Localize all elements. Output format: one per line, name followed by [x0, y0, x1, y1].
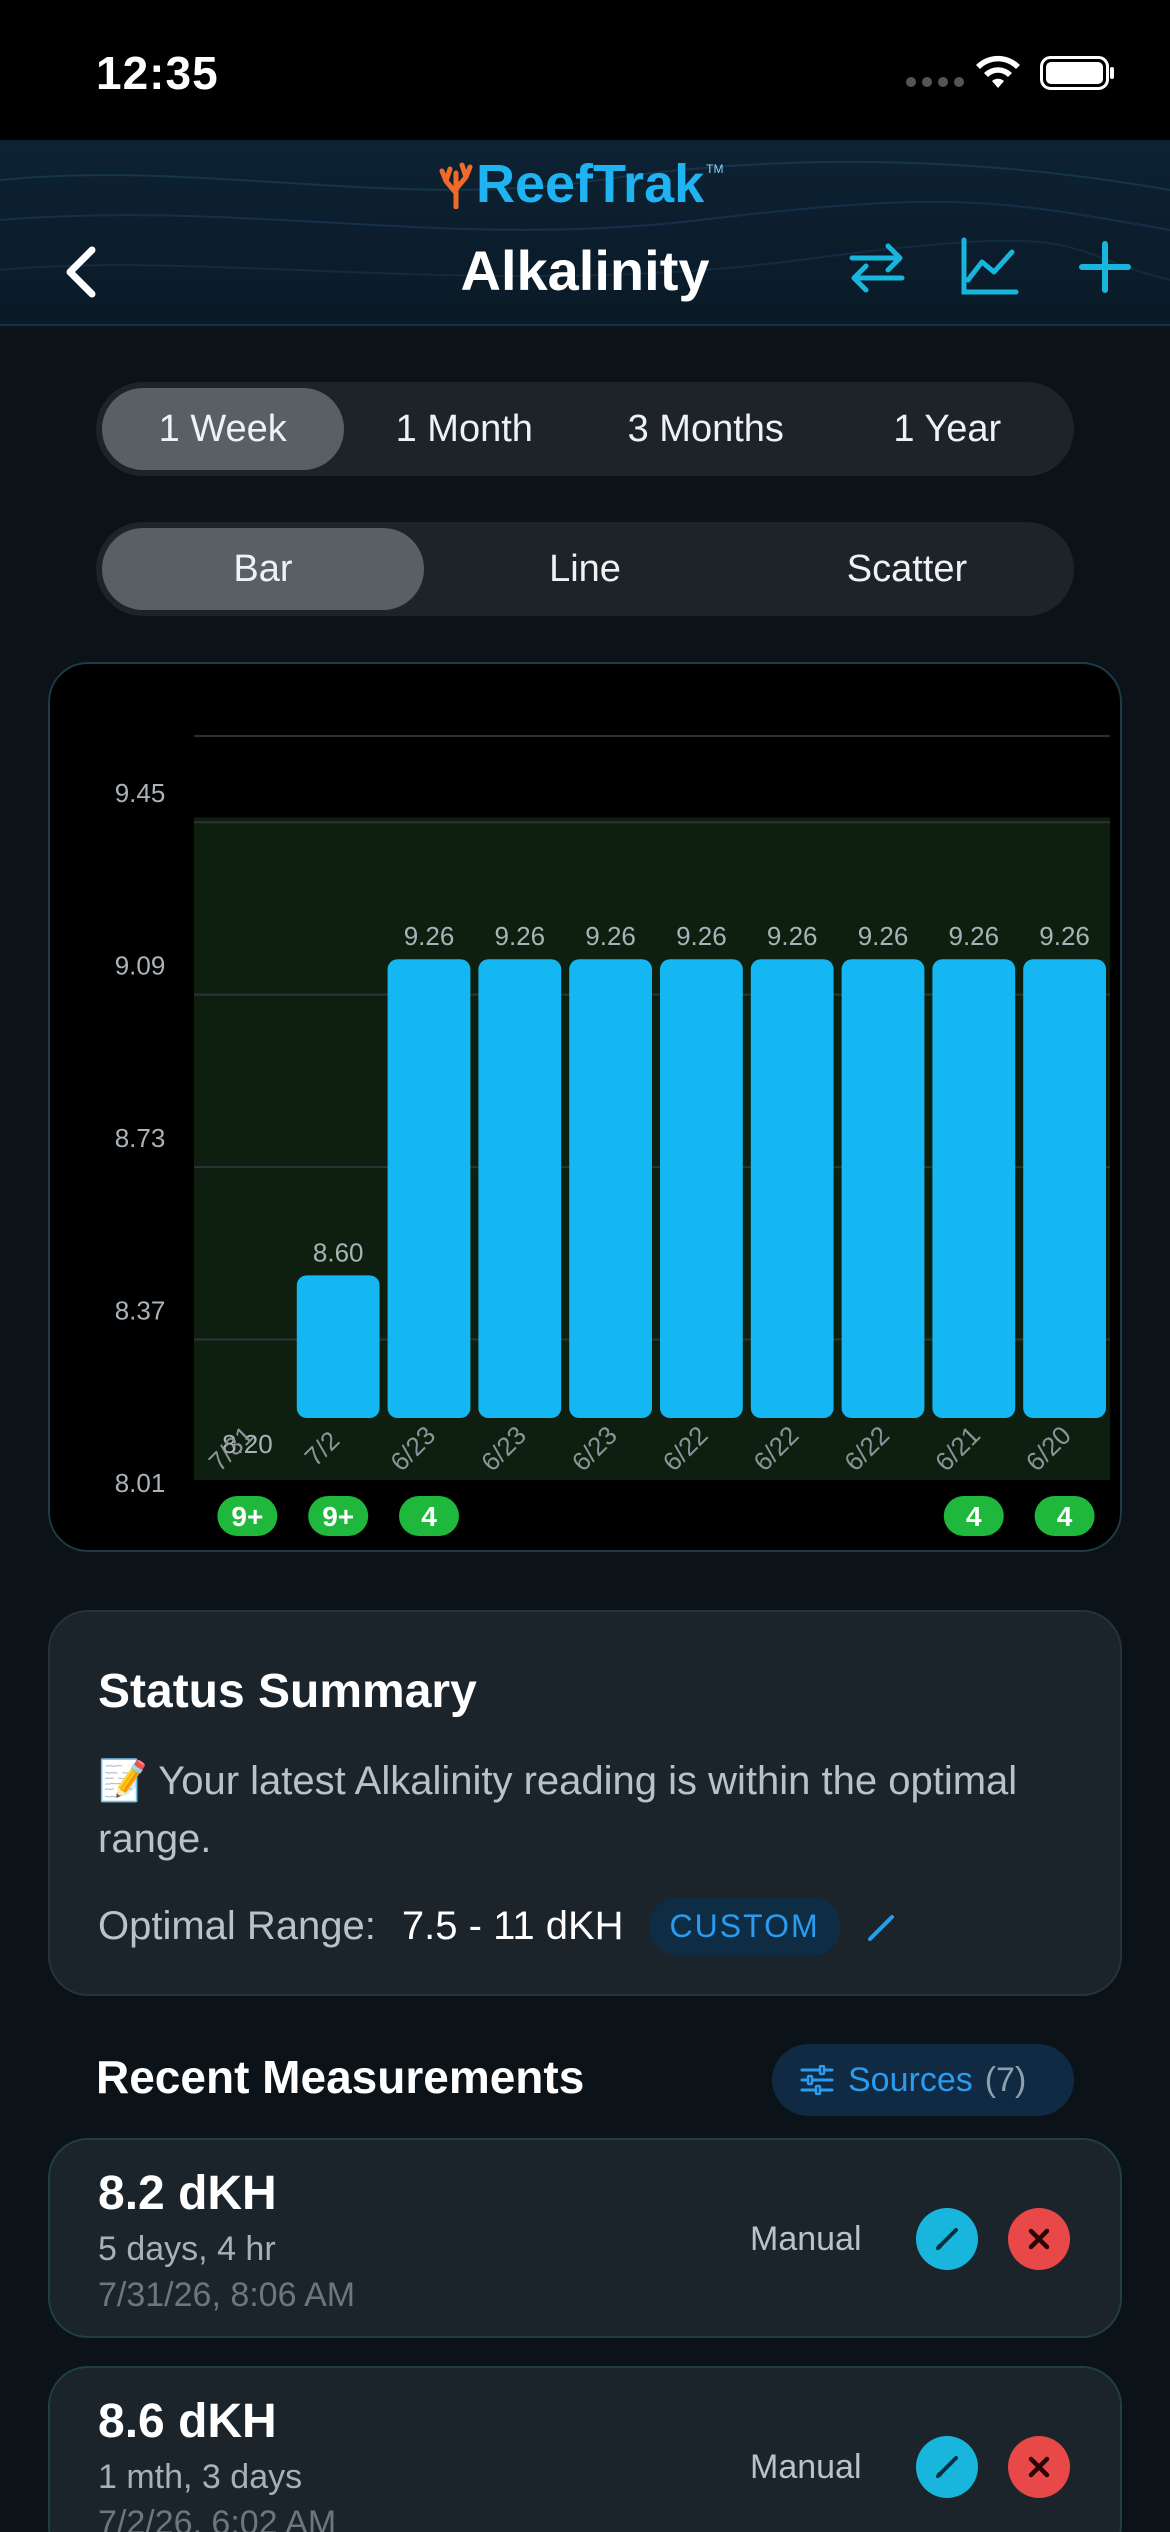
measurement-date: 7/2/26, 6:02 AM — [98, 2504, 337, 2532]
measurement-card[interactable]: 8.6 dKH 1 mth, 3 days 7/2/26, 6:02 AM Ma… — [48, 2366, 1122, 2532]
edit-measurement-button[interactable] — [916, 2208, 978, 2270]
count-badge-label: 4 — [966, 1501, 982, 1532]
status-bar: 12:35 — [0, 0, 1170, 140]
pencil-icon — [936, 2228, 958, 2250]
measurement-card[interactable]: 8.2 dKH 5 days, 4 hr 7/31/26, 8:06 AM Ma… — [48, 2138, 1122, 2338]
measurement-date: 7/31/26, 8:06 AM — [98, 2276, 356, 2314]
cellular-signal-icon — [906, 74, 970, 92]
y-tick-label: 8.73 — [115, 1123, 166, 1153]
chart-type-scatter[interactable]: Scatter — [746, 528, 1068, 610]
edit-measurement-button[interactable] — [916, 2436, 978, 2498]
status-time: 12:35 — [96, 47, 219, 99]
chart-bar — [296, 1275, 380, 1418]
bar-value-label: 9.26 — [1039, 921, 1090, 951]
wifi-icon — [976, 55, 1020, 88]
battery-icon — [1040, 56, 1114, 90]
brand-name: ReefTrak — [476, 154, 705, 214]
status-summary-title: Status Summary — [98, 1665, 477, 1718]
measurement-source: Manual — [750, 2448, 862, 2486]
chart-bar — [932, 959, 1016, 1418]
optimal-range-row: Optimal Range: 7.5 - 11 dKH CUSTOM — [98, 1898, 902, 1955]
status-message-text: Your latest Alkalinity reading is within… — [98, 1759, 1018, 1861]
bar-value-label: 9.26 — [858, 921, 909, 951]
chart-bar — [569, 959, 652, 1418]
sources-label: Sources — [848, 2060, 973, 2099]
measurement-value: 8.2 dKH — [98, 2167, 277, 2220]
y-tick-label: 8.37 — [115, 1296, 166, 1326]
delete-measurement-button[interactable] — [1008, 2208, 1070, 2270]
sources-filter-button[interactable]: Sources (7) — [772, 2044, 1074, 2116]
alkalinity-bar-chart: 9.459.098.738.378.018.207/319+8.607/29+9… — [115, 735, 1110, 1536]
custom-badge: CUSTOM — [649, 1898, 840, 1955]
range-tab-1-month[interactable]: 1 Month — [344, 388, 586, 470]
chart-bar — [387, 959, 471, 1418]
count-badge-label: 4 — [1057, 1501, 1073, 1532]
swap-arrows-icon[interactable] — [842, 232, 912, 302]
bar-value-label: 9.26 — [676, 921, 727, 951]
count-badge-label: 9+ — [322, 1501, 354, 1532]
memo-icon: 📝 — [98, 1759, 148, 1803]
count-badge-label: 9+ — [231, 1501, 263, 1532]
measurement-source: Manual — [750, 2220, 862, 2258]
chart-bar — [841, 959, 925, 1418]
count-badge-label: 4 — [421, 1501, 437, 1532]
app-header: ReefTrak TM Alkalinity — [0, 140, 1170, 326]
coral-icon — [439, 162, 473, 209]
y-tick-label: 9.45 — [115, 778, 166, 808]
sliders-icon — [800, 2065, 834, 2095]
plus-icon[interactable] — [1070, 232, 1140, 302]
chart-bar — [660, 959, 743, 1418]
chart-bar — [478, 959, 562, 1418]
close-icon — [1028, 2228, 1050, 2250]
bar-value-label: 8.60 — [313, 1237, 364, 1267]
sources-count: (7) — [984, 2060, 1027, 2099]
chart-type-line[interactable]: Line — [424, 528, 746, 610]
time-range-selector: 1 Week 1 Month 3 Months 1 Year — [96, 382, 1074, 476]
range-tab-1-week[interactable]: 1 Week — [102, 388, 344, 470]
measurement-age: 5 days, 4 hr — [98, 2230, 276, 2268]
chart-type-selector: Bar Line Scatter — [96, 522, 1074, 616]
chart-type-bar[interactable]: Bar — [102, 528, 424, 610]
measurement-value: 8.6 dKH — [98, 2395, 277, 2448]
chart-bar — [1023, 959, 1106, 1418]
bar-value-label: 9.26 — [767, 921, 818, 951]
recent-measurements-title: Recent Measurements — [96, 2051, 585, 2103]
status-summary-card: Status Summary 📝 Your latest Alkalinity … — [48, 1610, 1122, 1996]
edit-range-pencil-icon[interactable] — [862, 1907, 902, 1947]
trademark: TM — [706, 162, 724, 176]
delete-measurement-button[interactable] — [1008, 2436, 1070, 2498]
bar-value-label: 9.26 — [948, 921, 999, 951]
bar-value-label: 9.26 — [494, 921, 545, 951]
chart-bar — [750, 959, 834, 1418]
pencil-icon — [936, 2456, 958, 2478]
y-tick-label: 9.09 — [115, 951, 166, 981]
status-message: 📝 Your latest Alkalinity reading is with… — [98, 1752, 1058, 1868]
range-tab-1-year[interactable]: 1 Year — [827, 388, 1069, 470]
close-icon — [1028, 2456, 1050, 2478]
measurement-age: 1 mth, 3 days — [98, 2458, 303, 2496]
alkalinity-chart-card: 9.45 9.09 8.73 8.37 8.01 8.20 7/31 9+ 8.60 7/2 9+ 9… — [48, 662, 1122, 1552]
range-tab-3-months[interactable]: 3 Months — [585, 388, 827, 470]
reeftrak-logo: ReefTrak TM — [436, 154, 723, 214]
bar-value-label: 9.26 — [404, 921, 455, 951]
optimal-range-label: Optimal Range: — [98, 1904, 376, 1948]
y-tick-label: 8.01 — [115, 1468, 166, 1498]
bar-value-label: 9.26 — [585, 921, 636, 951]
line-chart-icon[interactable] — [954, 232, 1024, 302]
optimal-range-value: 7.5 - 11 dKH — [401, 1904, 624, 1948]
